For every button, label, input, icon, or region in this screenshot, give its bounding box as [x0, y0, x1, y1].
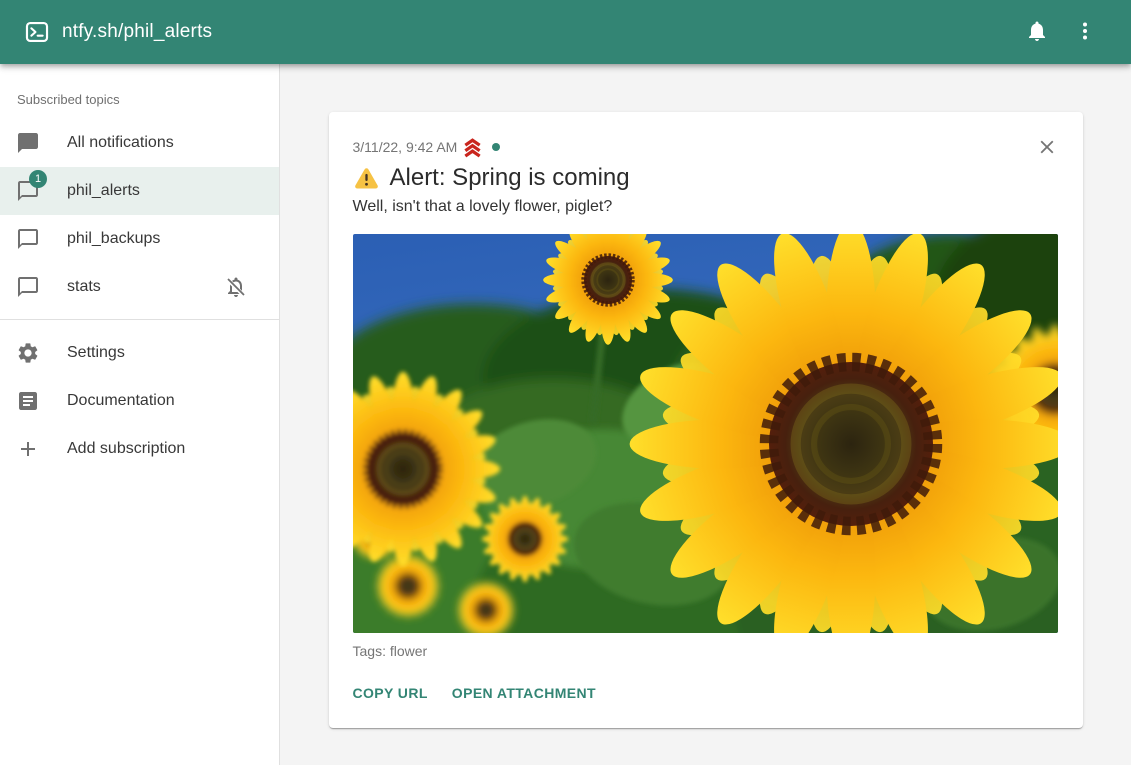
- sidebar-item-label: phil_alerts: [67, 182, 140, 200]
- bell-off-icon: [224, 275, 248, 299]
- notification-timestamp: 3/11/22, 9:42 AM: [353, 139, 458, 155]
- sidebar-item-documentation[interactable]: Documentation: [0, 377, 279, 425]
- app-bar: ntfy.sh/phil_alerts: [0, 0, 1131, 64]
- subscribed-topics-label: Subscribed topics: [0, 64, 279, 119]
- chat-bubble-outline-icon: [16, 227, 40, 251]
- terminal-icon: [24, 19, 50, 45]
- sidebar-item-label: Add subscription: [67, 440, 185, 458]
- sidebar-item-all-notifications[interactable]: All notifications: [0, 119, 279, 167]
- sidebar-item-add-subscription[interactable]: Add subscription: [0, 425, 279, 473]
- notifications-button[interactable]: [1015, 10, 1059, 54]
- notification-title-text: Alert: Spring is coming: [390, 162, 630, 194]
- unread-dot: [492, 143, 500, 151]
- sidebar-item-stats[interactable]: stats: [0, 263, 279, 311]
- more-vert-icon: [1073, 19, 1097, 46]
- open-attachment-button[interactable]: OPEN ATTACHMENT: [452, 682, 596, 704]
- notification-card: 3/11/22, 9:42 AM: [329, 112, 1083, 728]
- notification-actions: COPY URL OPEN ATTACHMENT: [353, 682, 1059, 704]
- sidebar-item-label: phil_backups: [67, 230, 160, 248]
- sidebar-item-settings[interactable]: Settings: [0, 329, 279, 377]
- attachment-image[interactable]: [353, 234, 1058, 633]
- sidebar-item-label: Settings: [67, 344, 125, 362]
- overflow-menu-button[interactable]: [1063, 10, 1107, 54]
- sidebar-divider: [0, 319, 279, 320]
- notification-tags: Tags: flower: [353, 642, 1059, 660]
- sidebar-item-phil-alerts[interactable]: 1 phil_alerts: [0, 167, 279, 215]
- bell-icon: [1025, 19, 1049, 46]
- page-title: ntfy.sh/phil_alerts: [62, 21, 212, 43]
- chat-bubble-outline-icon: [16, 275, 40, 299]
- main-content: 3/11/22, 9:42 AM: [280, 64, 1131, 765]
- article-icon: [16, 389, 40, 413]
- sidebar-item-label: stats: [67, 278, 101, 296]
- gear-icon: [16, 341, 40, 365]
- sidebar-item-phil-backups[interactable]: phil_backups: [0, 215, 279, 263]
- plus-icon: [16, 437, 40, 461]
- sidebar-item-label: Documentation: [67, 392, 175, 410]
- notification-body: Well, isn't that a lovely flower, piglet…: [353, 196, 1059, 218]
- priority-high-icon: [462, 137, 483, 158]
- close-icon: [1036, 136, 1058, 161]
- copy-url-button[interactable]: COPY URL: [353, 682, 428, 704]
- notification-title: Alert: Spring is coming: [353, 162, 1059, 194]
- chat-bubble-filled-icon: [16, 131, 40, 155]
- close-notification-button[interactable]: [1035, 136, 1059, 160]
- unread-count-badge: 1: [29, 170, 47, 188]
- sidebar-item-label: All notifications: [67, 134, 174, 152]
- warning-emoji-icon: [353, 166, 380, 191]
- sidebar: Subscribed topics All notifications 1 ph…: [0, 64, 280, 765]
